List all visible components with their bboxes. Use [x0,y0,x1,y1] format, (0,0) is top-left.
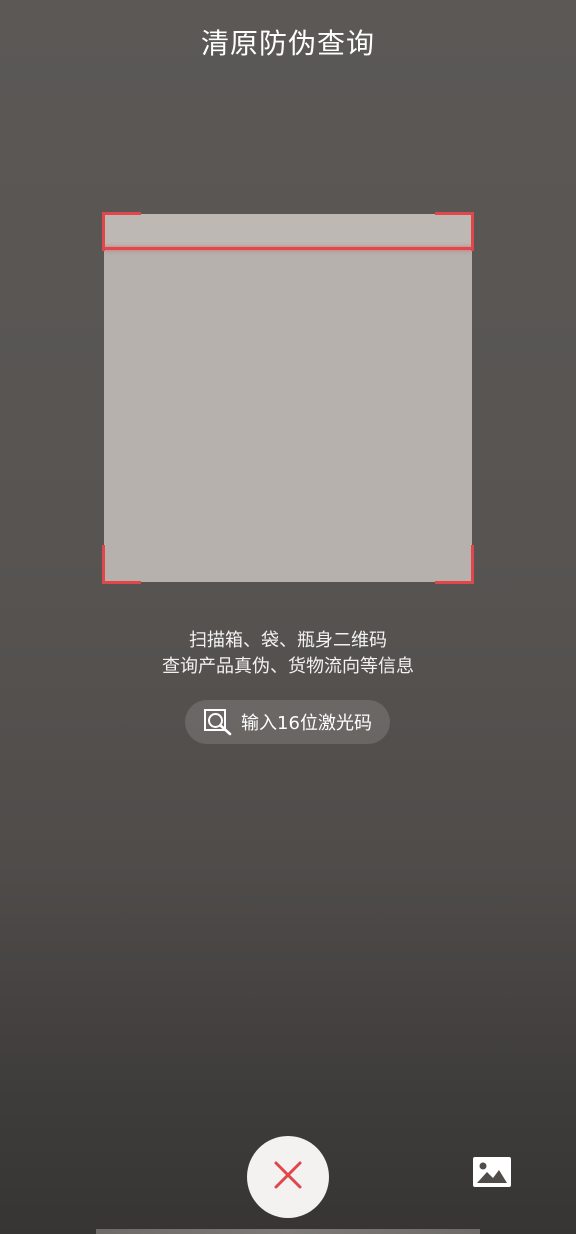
home-indicator [96,1229,480,1234]
scan-viewfinder [102,212,474,584]
camera-preview-band [104,214,472,248]
viewfinder-corner-top-left [102,212,141,251]
enter-laser-code-button[interactable]: 输入16位激光码 [185,700,390,744]
close-button[interactable] [247,1136,329,1218]
viewfinder-corner-top-right [435,212,474,251]
viewfinder-corner-bottom-left [102,545,141,584]
viewfinder-corner-bottom-right [435,545,474,584]
scan-hint-line2: 查询产品真伪、货物流向等信息 [162,656,414,677]
scan-hint: 扫描箱、袋、瓶身二维码 查询产品真伪、货物流向等信息 [0,628,576,680]
enter-laser-code-label: 输入16位激光码 [241,713,372,734]
scan-line [104,247,472,250]
image-gallery-icon [472,1156,512,1192]
page-title: 清原防伪查询 [200,27,375,60]
close-icon [273,1160,303,1194]
scanner-page: 清原防伪查询 扫描箱、袋、瓶身二维码 查询产品真伪、货物流向等信息 输入16位激… [0,0,576,1234]
gallery-button[interactable] [470,1156,514,1192]
scan-hint-line1: 扫描箱、袋、瓶身二维码 [189,630,387,651]
search-icon [203,708,233,736]
